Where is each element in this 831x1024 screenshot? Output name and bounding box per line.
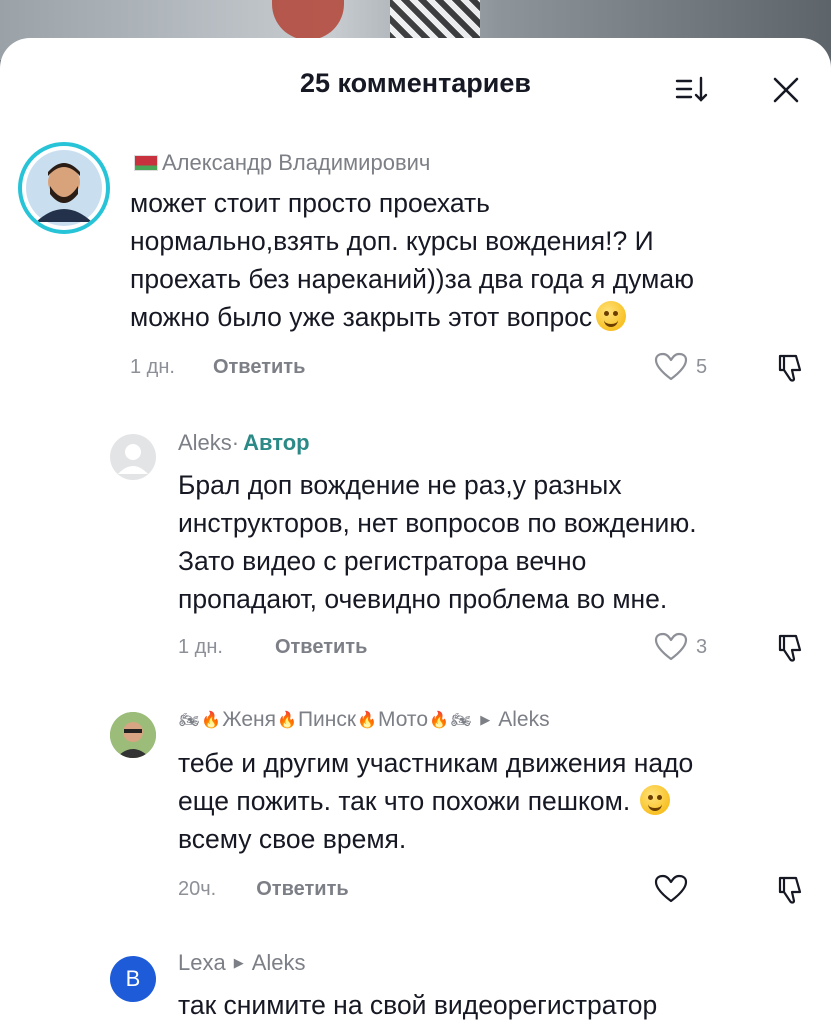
dislike-icon[interactable]	[774, 632, 806, 664]
motorcycle-icon: 🏍	[179, 712, 200, 729]
comment-author[interactable]: Aleks · Автор	[178, 430, 310, 456]
reply-button[interactable]: Ответить	[256, 878, 348, 901]
comment-meta: 1 дн. Ответить	[178, 636, 367, 659]
avatar[interactable]	[110, 434, 156, 480]
reply-to-user[interactable]: Aleks	[498, 708, 549, 732]
like-count: 5	[696, 355, 708, 378]
like-button[interactable]: 3	[654, 632, 707, 662]
dislike-icon[interactable]	[774, 352, 806, 384]
reply-button[interactable]: Ответить	[213, 356, 305, 379]
comment-author[interactable]: Lexa ▶ Aleks	[178, 950, 306, 976]
background-emblem	[272, 0, 344, 40]
comment-time: 1 дн.	[130, 356, 175, 378]
comment-text: может стоит просто проехать нормально,вз…	[130, 188, 694, 332]
reply-arrow-icon: ▶	[233, 955, 244, 970]
author-badge: Автор	[243, 430, 310, 455]
comment-author[interactable]: Александр Владимирович	[130, 150, 430, 176]
like-button[interactable]	[654, 874, 696, 904]
avatar-letter: B	[125, 966, 141, 991]
reply-to-user[interactable]: Aleks	[252, 950, 306, 976]
reply-button[interactable]: Ответить	[275, 636, 367, 659]
avatar[interactable]: B	[110, 956, 156, 1002]
heart-icon	[654, 632, 688, 661]
comment-author[interactable]: 🏍 🔥 Женя 🔥 Пинск 🔥 Мото 🔥 🏍 ▶ Aleks	[178, 708, 550, 732]
background-ornament	[390, 0, 480, 40]
fire-icon: 🔥	[277, 712, 297, 729]
heart-icon	[654, 874, 688, 903]
motorcycle-icon: 🏍	[450, 712, 472, 729]
comment-text: тебе и другим участникам движения надо е…	[178, 748, 694, 854]
comment-time: 1 дн.	[178, 636, 223, 658]
sheet-header: 25 комментариев	[0, 38, 831, 130]
fire-icon: 🔥	[357, 712, 377, 729]
fire-icon: 🔥	[201, 712, 222, 729]
comment-text: Брал доп вождение не раз,у разных инстру…	[178, 470, 697, 614]
close-icon[interactable]	[770, 74, 802, 106]
comment-text: так снимите на свой видеорегистратор	[178, 990, 658, 1020]
heart-icon	[654, 352, 688, 381]
comment-meta: 20ч. Ответить	[178, 878, 349, 901]
avatar[interactable]	[110, 712, 156, 758]
wink-emoji	[640, 785, 671, 815]
comments-sheet: 25 комментариев Александр Владимирович м…	[0, 38, 831, 1024]
fire-icon: 🔥	[429, 712, 449, 729]
like-count: 3	[696, 635, 708, 658]
avatar[interactable]	[18, 142, 110, 234]
reply-arrow-icon: ▶	[480, 712, 491, 727]
comment-meta: 1 дн. Ответить	[130, 356, 305, 379]
sweat-smile-emoji	[596, 301, 627, 331]
like-button[interactable]: 5	[654, 352, 707, 382]
comment-time: 20ч.	[178, 878, 217, 900]
sort-icon[interactable]	[674, 74, 710, 106]
dislike-icon[interactable]	[774, 874, 806, 906]
flag-icon	[130, 155, 158, 171]
